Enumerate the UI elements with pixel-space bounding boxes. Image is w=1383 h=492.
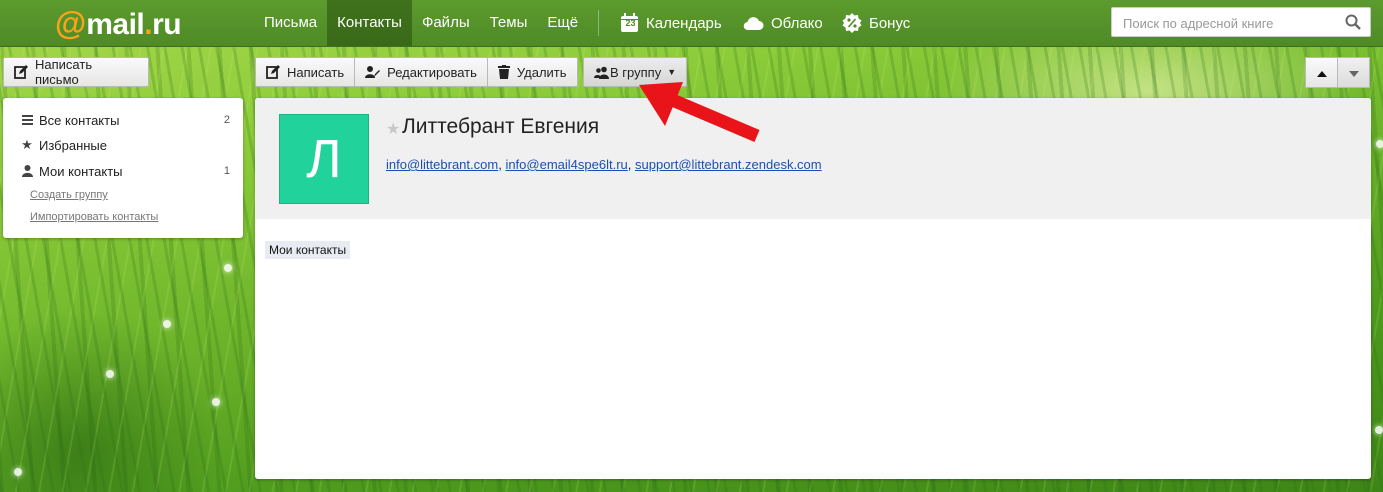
background-dew-drop (14, 468, 22, 476)
contact-header: Л ★ Литтебрант Евгения info@littebrant.c… (255, 98, 1371, 219)
nav-item-contacts[interactable]: Контакты (327, 0, 412, 46)
delete-button[interactable]: Удалить (486, 57, 578, 87)
bonus-icon (842, 13, 862, 33)
arrow-down-icon (1348, 65, 1359, 80)
edit-button[interactable]: Редактировать (354, 57, 488, 87)
sidebar-item-favorites[interactable]: ★ Избранные (20, 136, 230, 154)
write-button[interactable]: Написать (255, 57, 356, 87)
compose-letter-button[interactable]: Написать письмо (3, 57, 149, 87)
background-dew-drop (1375, 426, 1383, 434)
contact-details-panel: Л ★ Литтебрант Евгения info@littebrant.c… (255, 98, 1371, 479)
all-contacts-count: 2 (223, 114, 230, 126)
group-icon (594, 66, 609, 79)
background-dew-drop (106, 370, 114, 378)
contact-emails: info@littebrant.com, info@email4spe6lt.r… (386, 157, 822, 172)
trash-icon (497, 65, 510, 79)
cloud-link[interactable]: Облако (743, 0, 823, 46)
contact-toolbar: Написать Редактировать Удалить (255, 57, 578, 87)
background-dew-drop (163, 320, 171, 328)
next-contact-button[interactable] (1337, 57, 1370, 88)
email-link[interactable]: info@email4spe6lt.ru (505, 157, 627, 172)
email-link[interactable]: info@littebrant.com (386, 157, 498, 172)
background-dew-drop (224, 264, 232, 272)
contacts-sidebar: Все контакты 2 ★ Избранные Мои контакты … (3, 98, 243, 238)
compose-icon (266, 65, 280, 79)
list-icon (20, 115, 34, 125)
arrow-up-icon (1316, 65, 1327, 80)
nav-item-more[interactable]: Ещё (537, 0, 588, 46)
star-icon: ★ (21, 137, 33, 152)
email-link[interactable]: support@littebrant.zendesk.com (635, 157, 822, 172)
create-group-link[interactable]: Создать группу (30, 189, 108, 201)
contact-name: Литтебрант Евгения (402, 115, 600, 138)
group-tag[interactable]: Мои контакты (265, 241, 351, 259)
background-dew-drop (1376, 140, 1383, 148)
nav-separator (598, 10, 599, 36)
bonus-link[interactable]: Бонус (842, 0, 910, 46)
favorite-star-icon[interactable]: ★ (386, 119, 400, 139)
top-bar: @ mail.ru Письма Контакты Файлы Темы Ещё … (0, 0, 1383, 47)
nav-item-themes[interactable]: Темы (480, 0, 538, 46)
cloud-icon (743, 16, 764, 31)
main-nav: Письма Контакты Файлы Темы Ещё (254, 0, 588, 46)
calendar-day-number: 23 (625, 18, 636, 28)
sidebar-item-all-contacts[interactable]: Все контакты 2 (20, 111, 230, 129)
nav-item-files[interactable]: Файлы (412, 0, 480, 46)
dropdown-caret-icon: ▼ (667, 67, 677, 77)
mailru-logo[interactable]: @ mail.ru (55, 6, 182, 41)
avatar: Л (279, 114, 369, 204)
import-contacts-link[interactable]: Импортировать контакты (30, 211, 158, 223)
nav-item-letters[interactable]: Письма (254, 0, 327, 46)
previous-contact-button[interactable] (1305, 57, 1338, 88)
compose-icon (14, 65, 28, 79)
background-dew-drop (212, 398, 220, 406)
search-icon[interactable] (1345, 14, 1361, 33)
contact-navigation (1305, 57, 1370, 88)
person-icon (20, 165, 34, 177)
address-book-search (1111, 7, 1371, 37)
sidebar-item-my-contacts[interactable]: Мои контакты 1 (20, 162, 230, 180)
search-input[interactable] (1121, 14, 1335, 32)
edit-person-icon (365, 65, 381, 79)
annotation-arrow-icon (639, 82, 760, 142)
my-contacts-count: 1 (223, 165, 230, 177)
